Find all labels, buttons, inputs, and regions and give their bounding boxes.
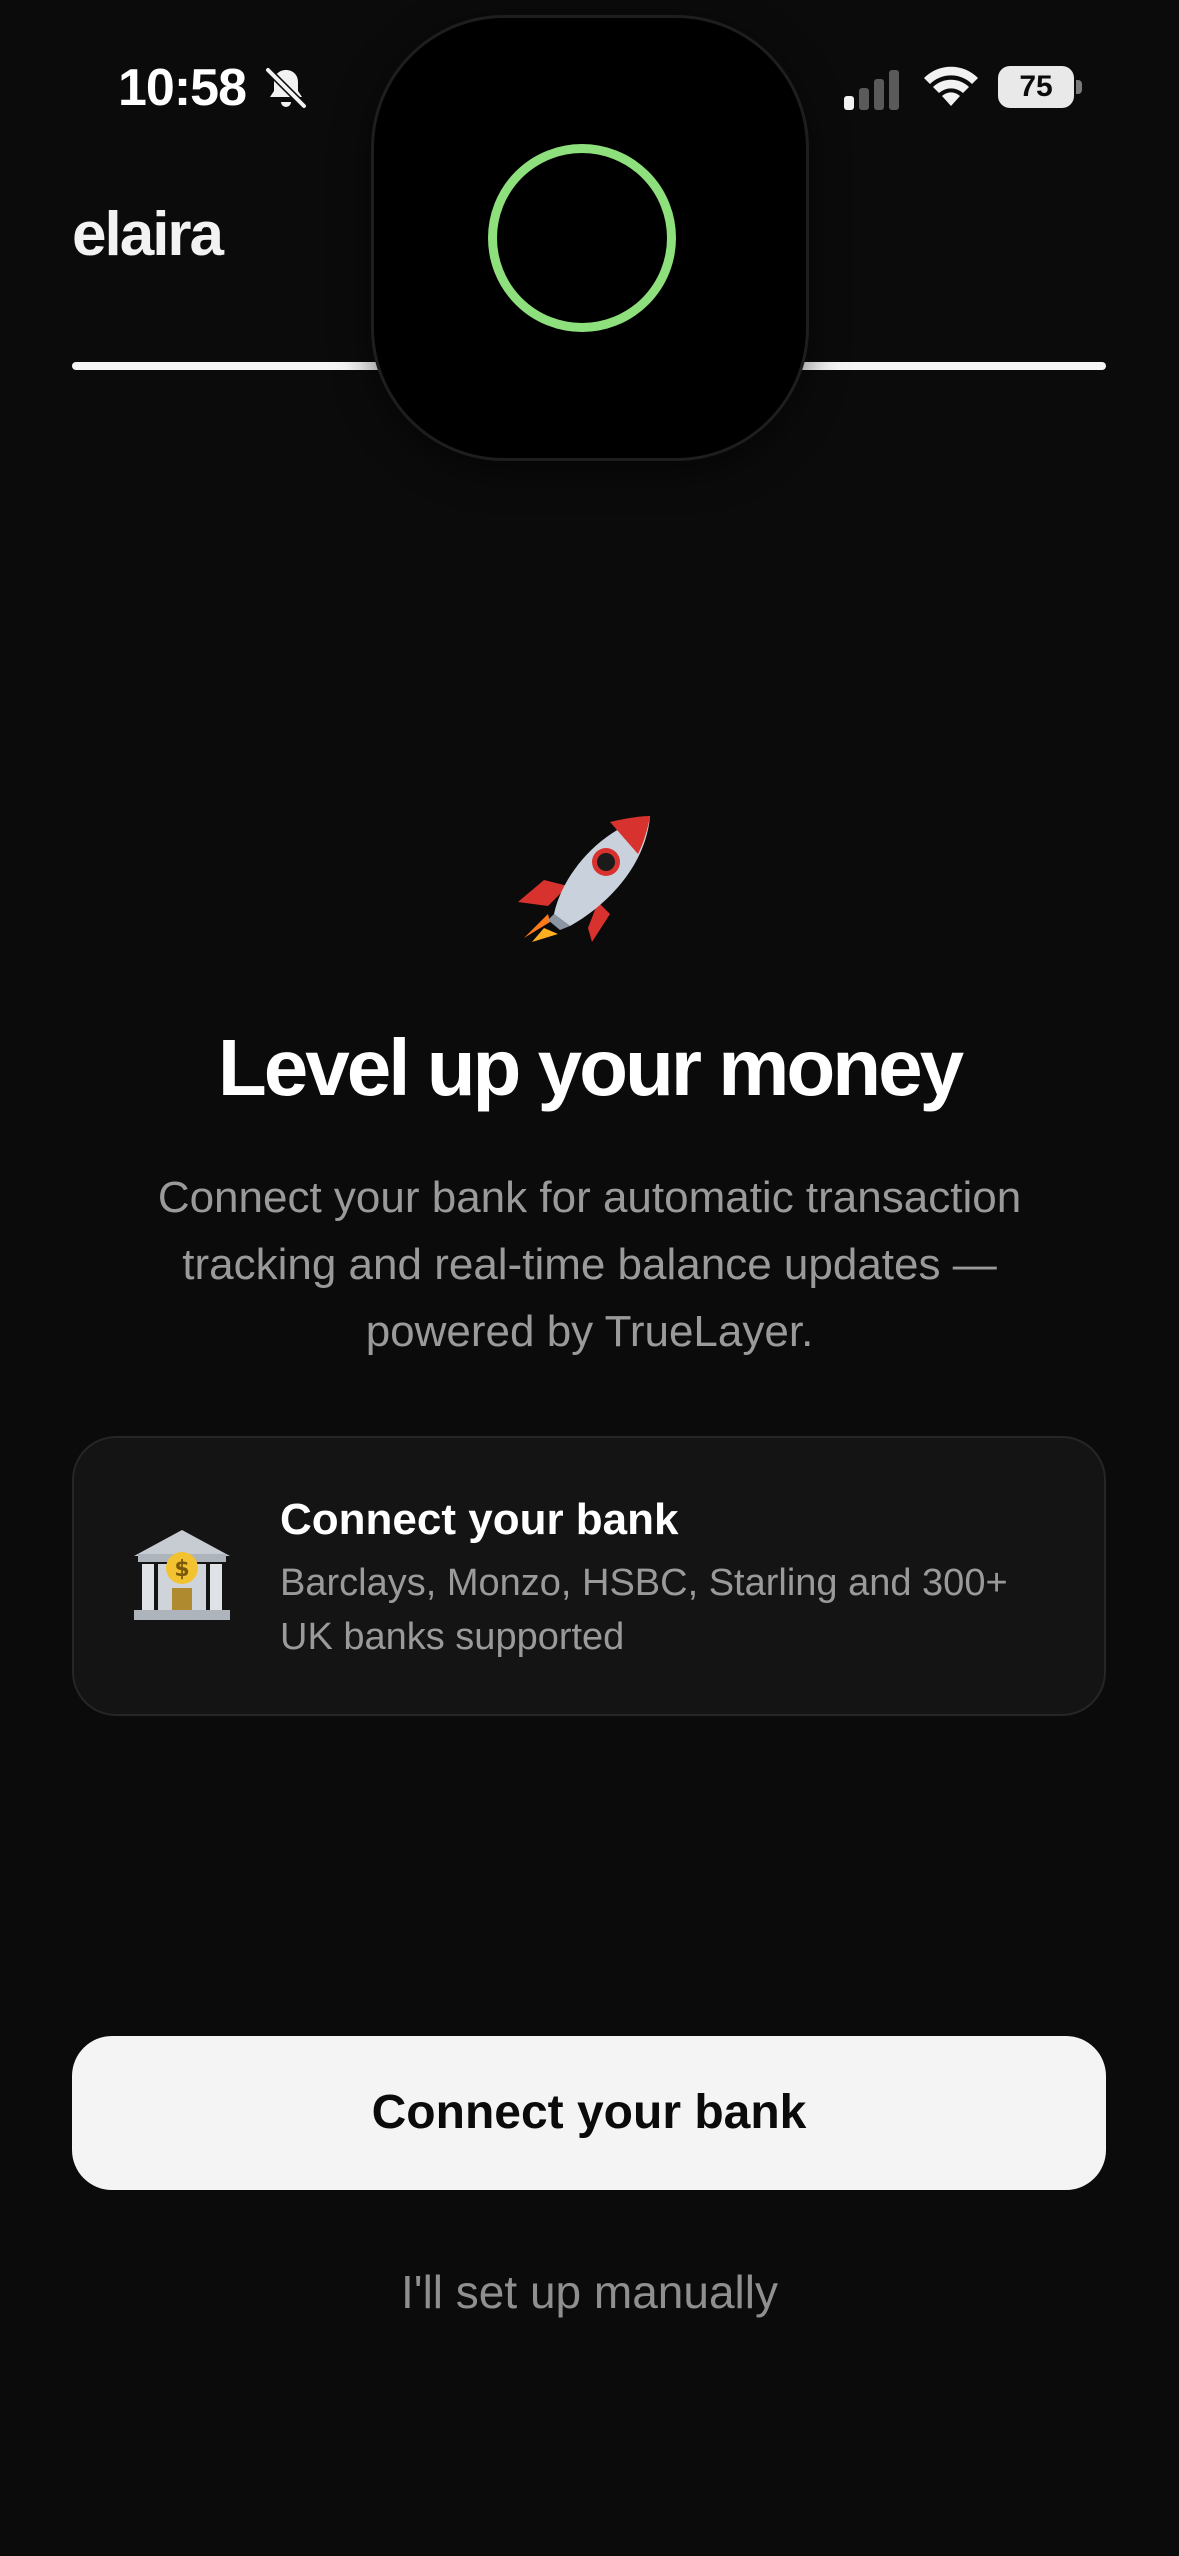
page-title: Level up your money xyxy=(217,1023,964,1112)
page-subtitle: Connect your bank for automatic transact… xyxy=(157,1173,1022,1356)
connect-bank-card[interactable]: $ Connect your bank Barclays, Monzo, HSB… xyxy=(72,1436,1106,1716)
progress-ring-icon xyxy=(488,144,676,332)
connect-bank-button[interactable]: Connect your bank xyxy=(72,2036,1106,2190)
cellular-signal-icon xyxy=(844,70,899,110)
status-time: 10:58 xyxy=(118,59,247,117)
battery-percent: 75 xyxy=(998,66,1074,108)
battery-icon: 75 xyxy=(998,66,1082,108)
rocket-icon xyxy=(518,816,650,942)
battery-nub xyxy=(1076,80,1082,94)
card-description: Barclays, Monzo, HSBC, Starling and 300+… xyxy=(280,1562,1008,1658)
wifi-icon xyxy=(924,66,978,106)
svg-text:$: $ xyxy=(174,1557,189,1582)
dynamic-island xyxy=(374,18,806,458)
bell-slash-icon xyxy=(264,66,308,110)
card-title: Connect your bank xyxy=(280,1495,679,1544)
manual-setup-link[interactable]: I'll set up manually xyxy=(0,2262,1179,2322)
brand-logo: elaira xyxy=(72,200,224,269)
bank-icon: $ xyxy=(134,1530,230,1620)
